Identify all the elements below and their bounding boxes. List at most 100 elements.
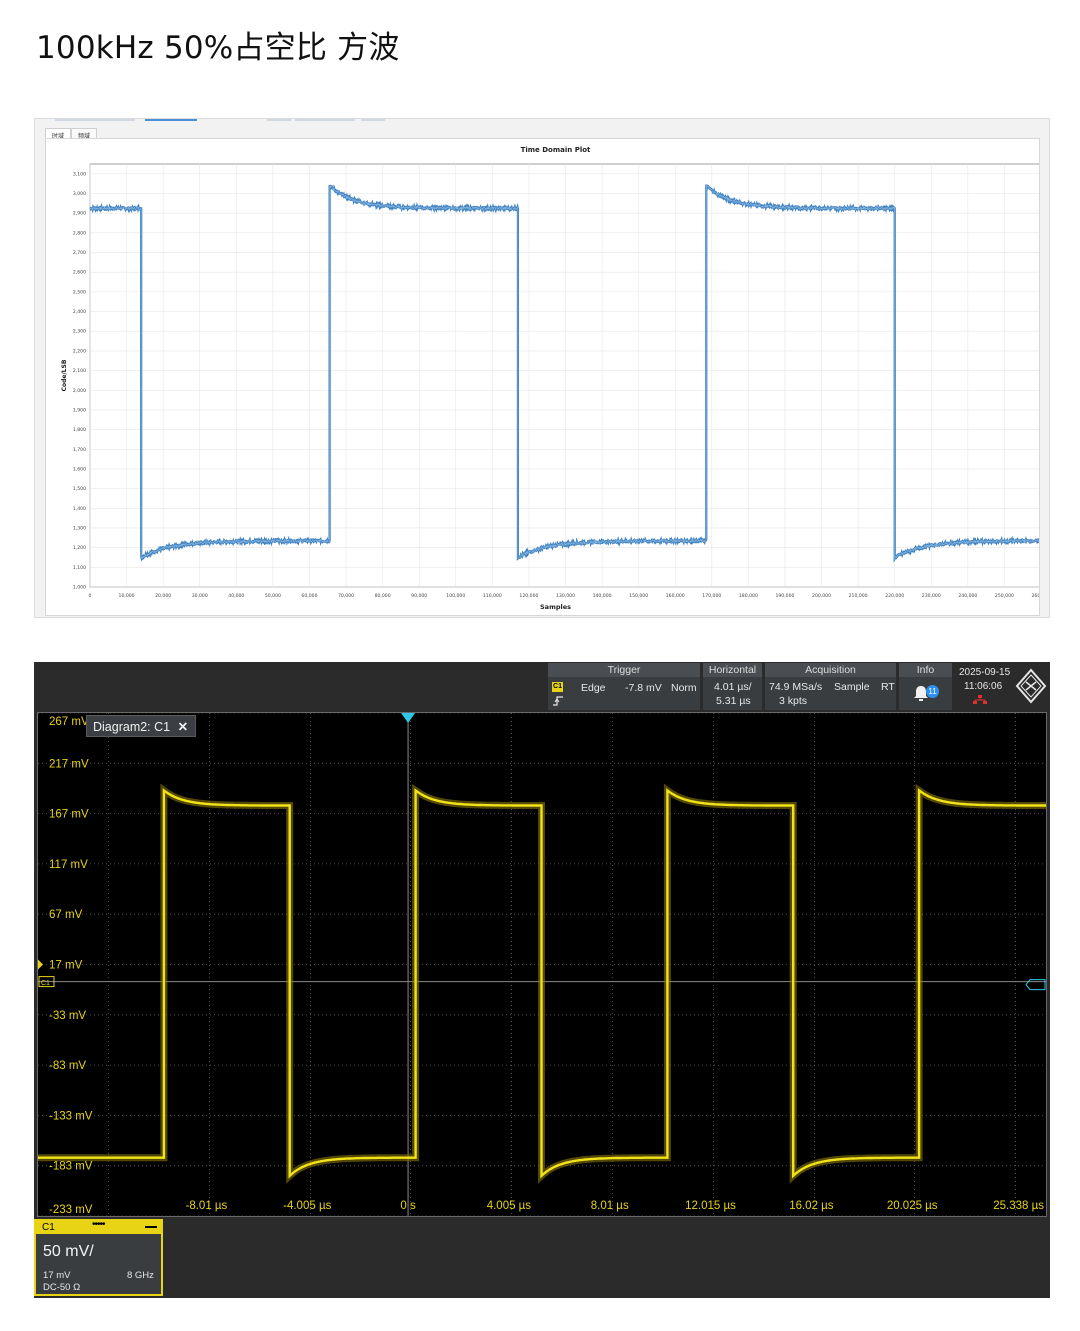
time-domain-plot: Time Domain Plot 0 10,000 20,000 30,000 40,00… bbox=[45, 138, 1040, 616]
x-axis-label: 4.005 µs bbox=[487, 1200, 532, 1212]
x-tick-label: 130,000 bbox=[556, 593, 575, 599]
toolbar-segment[interactable] bbox=[295, 119, 355, 121]
x-tick-label: 80,000 bbox=[375, 593, 391, 599]
y-tick-label: 2,700 bbox=[73, 250, 86, 256]
x-tick-label: 60,000 bbox=[301, 593, 317, 599]
y-axis-label: Code/LSB bbox=[61, 359, 68, 391]
y-tick-label: 2,600 bbox=[73, 270, 86, 276]
x-tick-label: 30,000 bbox=[192, 593, 208, 599]
bandwidth: 8 GHz bbox=[127, 1270, 154, 1281]
minimize-icon[interactable] bbox=[145, 1226, 157, 1228]
x-tick-label: 150,000 bbox=[629, 593, 648, 599]
x-axis-label: -4.005 µs bbox=[283, 1200, 331, 1212]
y-tick-label: 3,000 bbox=[73, 191, 86, 197]
y-tick-label: 1,500 bbox=[73, 486, 86, 492]
trigger-position-marker bbox=[401, 713, 416, 723]
x-tick-label: 160,000 bbox=[666, 593, 685, 599]
x-tick-label: 180,000 bbox=[739, 593, 758, 599]
vertical-offset: 17 mV bbox=[43, 1270, 71, 1281]
info-header: Info bbox=[899, 663, 952, 677]
y-tick-label: 1,900 bbox=[73, 407, 86, 413]
y-tick-label: 2,300 bbox=[73, 329, 86, 335]
toolbar-segment-active[interactable] bbox=[145, 119, 197, 121]
acquisition-mode: Sample bbox=[834, 681, 870, 693]
notification-badge: 11 bbox=[926, 685, 939, 698]
x-tick-label: 210,000 bbox=[849, 593, 868, 599]
page-title: 100kHz 50%占空比 方波 bbox=[36, 30, 400, 66]
x-axis-label: 20.025 µs bbox=[887, 1200, 938, 1212]
channel-ground-label: C1 bbox=[41, 980, 50, 987]
toolbar-segment[interactable] bbox=[267, 119, 291, 121]
y-axis-label: 217 mV bbox=[49, 758, 89, 770]
x-tick-label: 0 bbox=[89, 593, 92, 599]
x-tick-label: 200,000 bbox=[812, 593, 831, 599]
trigger-channel-chip: C1 bbox=[552, 682, 563, 692]
plot-area bbox=[89, 163, 1039, 588]
scope-info-bar: Trigger C1 Edge -7.8 mV Norm Horizontal … bbox=[34, 662, 1050, 712]
x-axis-label: Samples bbox=[540, 603, 571, 611]
x-axis-label: 8.01 µs bbox=[591, 1200, 629, 1212]
y-tick-label: 2,500 bbox=[73, 289, 86, 295]
horizontal-box[interactable]: Horizontal 4.01 µs/ 5.31 µs bbox=[703, 663, 762, 710]
coupling: DC-50 Ω bbox=[43, 1282, 81, 1293]
rising-edge-icon bbox=[552, 695, 564, 710]
y-axis-label: -183 mV bbox=[49, 1161, 93, 1173]
x-tick-label: 140,000 bbox=[593, 593, 612, 599]
y-tick-label: 1,100 bbox=[73, 565, 86, 571]
channel-1-panel[interactable]: C1 ••••• 50 mV/ 17 mV 8 GHz DC-50 Ω bbox=[34, 1219, 163, 1296]
trigger-box[interactable]: Trigger C1 Edge -7.8 mV Norm bbox=[548, 663, 700, 710]
acquisition-box[interactable]: Acquisition 74.9 MSa/s Sample RT 3 kpts bbox=[765, 663, 896, 710]
y-axis-label: -133 mV bbox=[49, 1110, 93, 1122]
toolbar-segment[interactable] bbox=[361, 119, 385, 121]
y-axis-label: 267 mV bbox=[49, 716, 89, 728]
y-tick-label: 2,900 bbox=[73, 211, 86, 217]
y-tick-label: 1,400 bbox=[73, 506, 86, 512]
toolbar-segment[interactable] bbox=[55, 119, 135, 121]
x-tick-label: 170,000 bbox=[702, 593, 721, 599]
trigger-header: Trigger bbox=[548, 663, 700, 677]
y-axis-label: 17 mV bbox=[49, 960, 83, 972]
vertical-scale: 50 mV/ bbox=[43, 1243, 94, 1260]
trigger-level: -7.8 mV bbox=[625, 682, 662, 694]
record-length: 3 kpts bbox=[779, 695, 808, 707]
trigger-mode: Norm bbox=[671, 682, 697, 694]
acquisition-rt: RT bbox=[881, 681, 895, 693]
acquisition-header: Acquisition bbox=[765, 663, 896, 677]
y-tick-label: 1,000 bbox=[73, 585, 86, 591]
y-axis-label: -233 mV bbox=[49, 1204, 93, 1216]
y-tick-label: 1,200 bbox=[73, 545, 86, 551]
x-tick-label: 220,000 bbox=[885, 593, 904, 599]
x-axis-label: 16.02 µs bbox=[789, 1200, 834, 1212]
rohde-schwarz-logo-icon bbox=[1015, 668, 1047, 704]
x-tick-label: 190,000 bbox=[775, 593, 794, 599]
y-tick-label: 1,600 bbox=[73, 466, 86, 472]
close-icon[interactable]: ✕ bbox=[178, 720, 188, 734]
y-axis-label: 67 mV bbox=[49, 909, 83, 921]
y-axis-label: -33 mV bbox=[49, 1010, 86, 1022]
x-tick-label: 20,000 bbox=[155, 593, 171, 599]
y-axis-label: 117 mV bbox=[49, 859, 88, 871]
diagram-tab[interactable]: Diagram2: C1 ✕ bbox=[86, 715, 196, 737]
x-tick-label: 250,000 bbox=[995, 593, 1014, 599]
waveform-display[interactable]: 267 mV 217 mV 167 mV 117 mV 67 mV 17 mV -33 mV… bbox=[37, 712, 1047, 1217]
drag-handle-icon[interactable]: ••••• bbox=[92, 1219, 105, 1230]
trigger-type: Edge bbox=[581, 682, 606, 694]
x-tick-label: 260,000 bbox=[1032, 593, 1040, 599]
network-icon bbox=[973, 695, 987, 704]
time-text: 11:06:06 bbox=[964, 681, 1003, 692]
y-axis-label: 167 mV bbox=[49, 809, 89, 821]
y-tick-label: 3,100 bbox=[73, 171, 86, 177]
x-tick-label: 240,000 bbox=[958, 593, 977, 599]
sample-rate: 74.9 MSa/s bbox=[769, 681, 823, 693]
y-tick-label: 2,800 bbox=[73, 230, 86, 236]
oscilloscope-screen: Trigger C1 Edge -7.8 mV Norm Horizontal … bbox=[34, 662, 1050, 1298]
x-tick-label: 110,000 bbox=[483, 593, 502, 599]
x-tick-label: 70,000 bbox=[338, 593, 354, 599]
horizontal-scale: 4.01 µs/ bbox=[714, 681, 752, 693]
info-box[interactable]: Info 11 bbox=[899, 663, 952, 710]
horizontal-position: 5.31 µs bbox=[716, 695, 751, 707]
x-axis-label: 12.015 µs bbox=[685, 1200, 736, 1212]
x-axis-label: -8.01 µs bbox=[186, 1200, 228, 1212]
analysis-software-window: 时域 频域 Time Domain Plot 0 10,000 20,000 30,00… bbox=[34, 118, 1050, 618]
x-tick-label: 40,000 bbox=[228, 593, 244, 599]
